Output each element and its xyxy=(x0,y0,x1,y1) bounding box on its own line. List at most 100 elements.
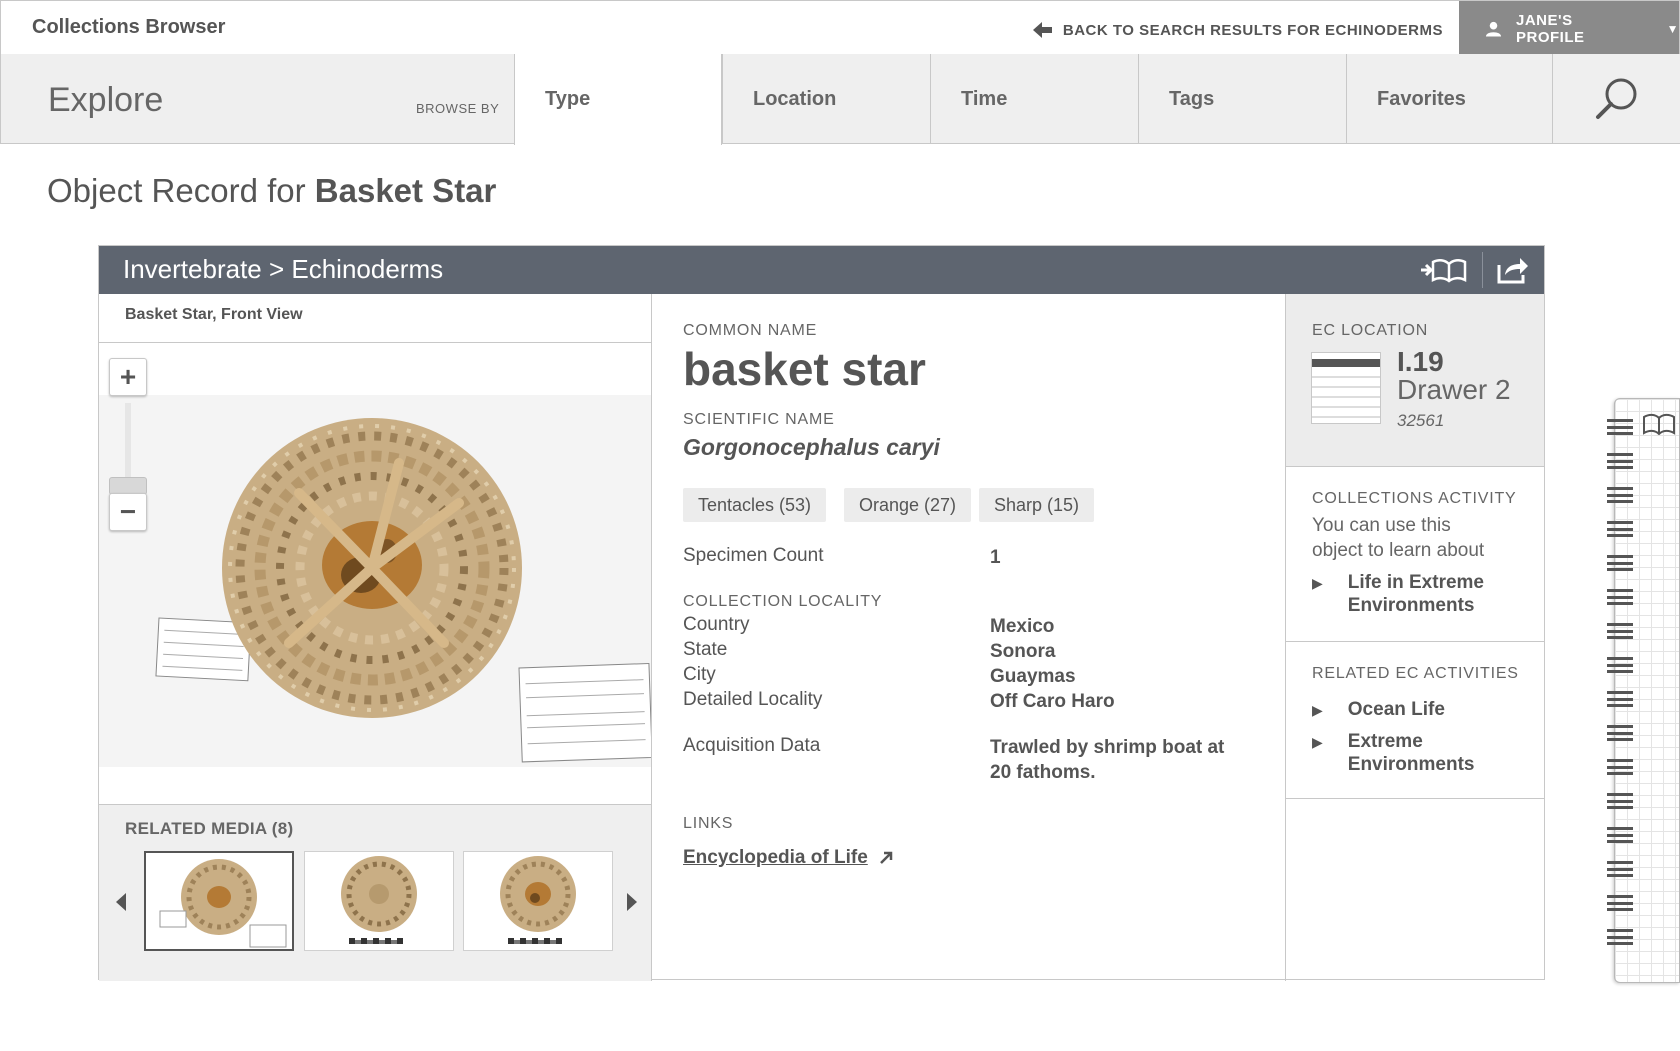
ec-sidebar: EC LOCATION I.19 Drawer 2 32561 COLLECTI… xyxy=(1286,294,1544,981)
ec-drawer: Drawer 2 xyxy=(1397,374,1511,405)
object-details-column: COMMON NAME basket star SCIENTIFIC NAME … xyxy=(652,294,1286,981)
play-triangle-icon: ▶ xyxy=(1312,734,1323,750)
locality-value: Guaymas xyxy=(990,666,1076,687)
explore-heading: Explore xyxy=(48,81,164,119)
zoom-in-button[interactable]: + xyxy=(109,358,147,396)
back-to-results-link[interactable]: BACK TO SEARCH RESULTS FOR ECHINODERMS xyxy=(1032,21,1443,39)
page-title: Object Record for Basket Star xyxy=(47,172,496,210)
specimen-count-label: Specimen Count xyxy=(683,545,824,566)
acquisition-value-line2: 20 fathoms. xyxy=(990,762,1096,783)
related-ec-activities-label: RELATED EC ACTIVITIES xyxy=(1312,665,1519,682)
external-link-icon xyxy=(879,851,893,864)
tab-location[interactable]: Location xyxy=(722,54,930,144)
add-to-notebook-icon xyxy=(1421,259,1467,283)
related-media-label: RELATED MEDIA (8) xyxy=(125,819,294,838)
media-thumbnail[interactable] xyxy=(463,851,613,951)
tag-chip[interactable]: Tentacles (53) xyxy=(683,488,827,522)
zoom-out-button[interactable]: − xyxy=(109,493,147,531)
activity-link-life-in-extreme-environments[interactable]: ▶ Life in Extreme Environments xyxy=(1312,571,1484,617)
related-media: RELATED MEDIA (8) xyxy=(99,804,651,981)
notebook-ring xyxy=(1607,419,1633,435)
profile-label: JANE'S PROFILE xyxy=(1516,11,1585,46)
tab-type[interactable]: Type xyxy=(514,54,722,145)
ec-location-label: EC LOCATION xyxy=(1312,322,1429,339)
notebook-ring xyxy=(1607,453,1633,469)
specimen-count-value: 1 xyxy=(990,547,1001,568)
acquisition-label: Acquisition Data xyxy=(683,735,821,756)
ec-location-box: EC LOCATION I.19 Drawer 2 32561 xyxy=(1286,294,1544,467)
notebook-ring xyxy=(1607,759,1633,775)
search-icon xyxy=(1595,78,1636,119)
tab-tags[interactable]: Tags xyxy=(1138,54,1346,144)
breadcrumb: Invertebrate > Echinoderms xyxy=(123,254,444,284)
notebook-ring xyxy=(1607,487,1633,503)
media-thumbnail[interactable] xyxy=(144,851,294,951)
media-column: Basket Star, Front View + − RELATED MEDI… xyxy=(99,294,652,981)
tab-favorites[interactable]: Favorites xyxy=(1346,54,1554,144)
search-button[interactable] xyxy=(1552,54,1680,144)
play-triangle-icon: ▶ xyxy=(1312,575,1323,591)
notebook-ring xyxy=(1607,861,1633,877)
media-prev-button[interactable] xyxy=(113,891,129,913)
chevron-down-icon: ▼ xyxy=(1666,21,1679,36)
locality-value: Sonora xyxy=(990,641,1056,662)
notebook-ring xyxy=(1607,623,1633,639)
collections-activity-text: object to learn about xyxy=(1312,540,1485,561)
media-thumbnail[interactable] xyxy=(304,851,454,951)
top-bar: Collections Browser BACK TO SEARCH RESUL… xyxy=(0,0,1680,56)
tab-time[interactable]: Time xyxy=(930,54,1138,144)
caret-left-icon xyxy=(116,893,126,911)
notebook-ring xyxy=(1607,929,1633,945)
notebook-ring xyxy=(1607,895,1633,911)
ec-catalog-number: 32561 xyxy=(1397,411,1445,430)
page-title-prefix: Object Record for xyxy=(47,172,306,209)
locality-key: Detailed Locality xyxy=(683,689,823,710)
thumbnail-image xyxy=(159,859,287,948)
smithsonian-label-card xyxy=(518,662,651,763)
notebook-ring xyxy=(1607,657,1633,673)
related-activity-link[interactable]: ▶ Ocean Life xyxy=(1312,698,1445,722)
related-activity-link[interactable]: ▶ Extreme Environments xyxy=(1312,730,1474,776)
caret-right-icon xyxy=(627,893,637,911)
tag-chip[interactable]: Orange (27) xyxy=(844,488,972,522)
collections-activity-text: You can use this xyxy=(1312,515,1451,536)
links-label: LINKS xyxy=(683,815,734,832)
share-button[interactable] xyxy=(1489,254,1537,286)
encyclopedia-of-life-link[interactable]: Encyclopedia of Life xyxy=(683,847,894,869)
media-next-button[interactable] xyxy=(624,891,640,913)
drawer-icon xyxy=(1311,352,1381,424)
notebook-drawer[interactable] xyxy=(1607,398,1680,983)
scientific-name-label: SCIENTIFIC NAME xyxy=(683,411,835,428)
share-icon xyxy=(1497,258,1528,284)
play-triangle-icon: ▶ xyxy=(1312,702,1323,718)
activity-link-line: Environments xyxy=(1347,595,1475,616)
collections-activity-section: COLLECTIONS ACTIVITY You can use this ob… xyxy=(1286,467,1544,642)
image-viewer[interactable]: + − xyxy=(99,343,651,803)
collection-locality-label: COLLECTION LOCALITY xyxy=(683,593,883,610)
basket-star-specimen-image xyxy=(155,418,651,763)
notebook-ring xyxy=(1607,725,1633,741)
image-view-label: Basket Star, Front View xyxy=(125,306,303,323)
locality-key: Country xyxy=(683,614,750,635)
add-to-notebook-button[interactable] xyxy=(1419,254,1467,286)
notebook-ring xyxy=(1607,555,1633,571)
related-activity-line: Environments xyxy=(1347,754,1475,775)
notebook-ring xyxy=(1607,691,1633,707)
acquisition-value-line1: Trawled by shrimp boat at xyxy=(990,737,1225,758)
related-ec-activities-section: RELATED EC ACTIVITIES ▶ Ocean Life ▶ Ext… xyxy=(1286,642,1544,799)
profile-menu-button[interactable]: JANE'S PROFILE ▼ xyxy=(1459,1,1679,56)
open-book-icon[interactable] xyxy=(1643,413,1675,440)
notebook-ring xyxy=(1607,793,1633,809)
notebook-ring xyxy=(1607,521,1633,537)
app-title: Collections Browser xyxy=(32,16,226,38)
related-activity-line: Ocean Life xyxy=(1347,699,1445,720)
thumbnail-image xyxy=(500,856,576,944)
locality-key: State xyxy=(683,639,728,660)
page-title-object: Basket Star xyxy=(314,172,497,209)
notebook-ring xyxy=(1607,827,1633,843)
back-arrow-icon xyxy=(1032,22,1052,38)
scientific-name: Gorgonocephalus caryi xyxy=(683,434,940,460)
common-name-label: COMMON NAME xyxy=(683,322,818,339)
tag-chip[interactable]: Sharp (15) xyxy=(979,488,1095,522)
collections-activity-label: COLLECTIONS ACTIVITY xyxy=(1312,490,1517,507)
